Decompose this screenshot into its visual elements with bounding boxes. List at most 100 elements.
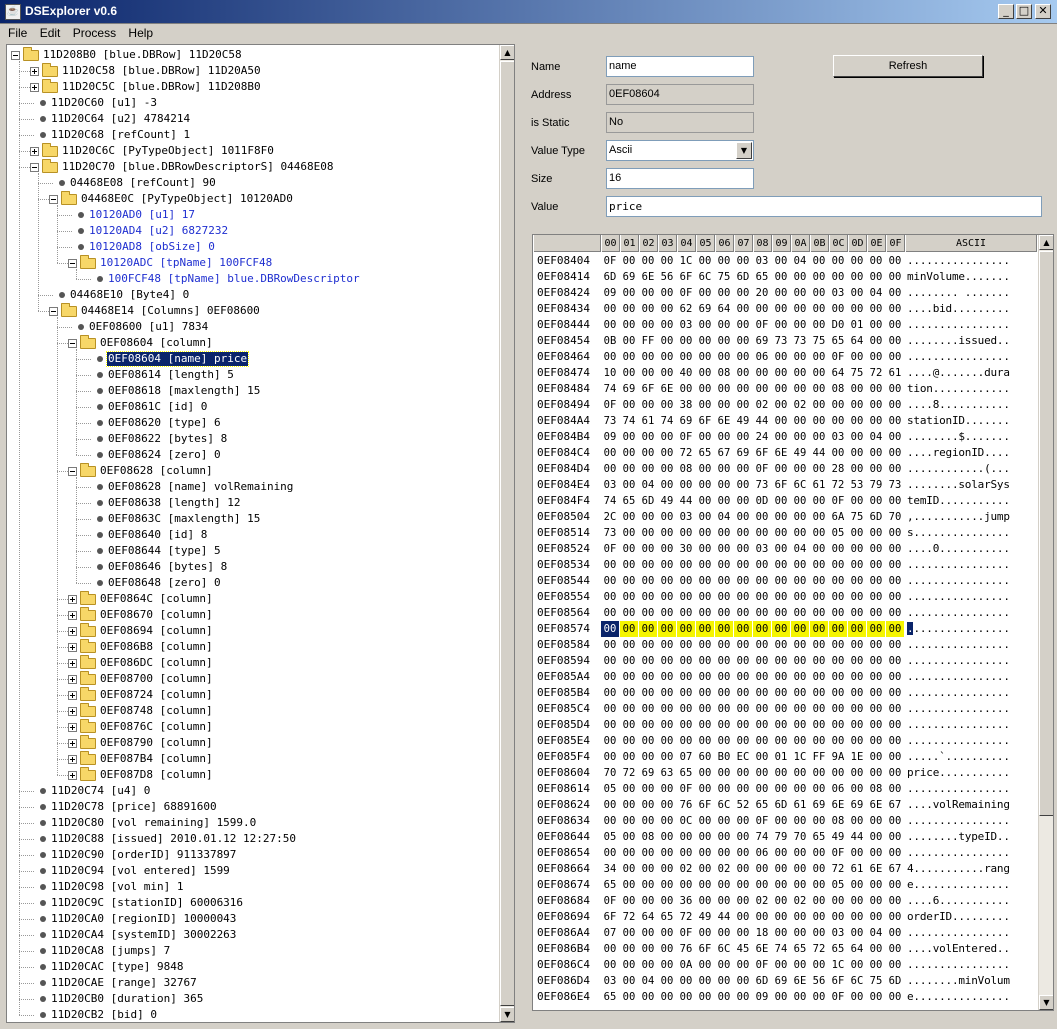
hex-byte[interactable]: 49 xyxy=(829,829,847,845)
tree-scroll-thumb[interactable] xyxy=(500,61,514,1006)
expand-icon[interactable] xyxy=(68,611,77,620)
hex-byte[interactable]: 06 xyxy=(753,845,771,861)
hex-byte[interactable]: 00 xyxy=(810,317,828,333)
tree-node-label[interactable]: 11D20C9C [stationID] 60006316 xyxy=(50,896,244,910)
hex-byte[interactable]: 00 xyxy=(848,621,866,637)
hex-byte[interactable]: 00 xyxy=(715,621,733,637)
hex-byte[interactable]: 00 xyxy=(753,621,771,637)
hex-byte[interactable]: 34 xyxy=(601,861,619,877)
hex-row[interactable]: 0EF08554 00 00 00 00 00 00 00 00 00 00 00 00 00 00 00 00… xyxy=(533,589,1037,605)
expand-icon[interactable] xyxy=(68,659,77,668)
hex-byte[interactable]: 00 xyxy=(772,557,790,573)
tree-node-label[interactable]: 10120AD4 [u2] 6827232 xyxy=(88,224,229,238)
hex-byte[interactable]: 00 xyxy=(715,541,733,557)
hex-byte[interactable]: 00 xyxy=(791,781,809,797)
hex-byte[interactable]: 00 xyxy=(734,333,752,349)
hex-byte[interactable]: 00 xyxy=(848,301,866,317)
ascii-text[interactable]: ................ xyxy=(907,813,1010,829)
hex-byte[interactable]: 00 xyxy=(867,669,885,685)
hex-byte[interactable]: 00 xyxy=(867,637,885,653)
scroll-down-icon[interactable]: ▼ xyxy=(1039,995,1053,1010)
value-type-select[interactable]: Ascii ▼ xyxy=(606,140,754,161)
hex-row[interactable]: 0EF08424 09 00 00 00 0F 00 00 00 20 00 00 00 03 00 04 00… xyxy=(533,285,1037,301)
ascii-text[interactable]: ................ xyxy=(907,589,1010,605)
ascii-text[interactable]: ................ xyxy=(907,717,1010,733)
hex-byte[interactable]: 00 xyxy=(715,701,733,717)
hex-byte[interactable]: 00 xyxy=(734,621,752,637)
tree-node-label[interactable]: 0EF0876C [column] xyxy=(99,720,214,734)
collapse-icon[interactable] xyxy=(49,195,58,204)
expand-icon[interactable] xyxy=(68,723,77,732)
hex-byte[interactable]: 72 xyxy=(677,445,695,461)
hex-byte[interactable]: 00 xyxy=(791,925,809,941)
hex-byte[interactable]: 00 xyxy=(848,765,866,781)
hex-byte[interactable]: 00 xyxy=(772,861,790,877)
hex-byte[interactable]: 00 xyxy=(639,845,657,861)
hex-byte[interactable]: 65 xyxy=(829,333,847,349)
tree-node[interactable]: 0EF08670 [column] xyxy=(7,607,501,623)
hex-byte[interactable]: 00 xyxy=(639,589,657,605)
hex-byte[interactable]: 00 xyxy=(715,381,733,397)
hex-byte[interactable]: 69 xyxy=(753,333,771,349)
hex-byte[interactable]: 02 xyxy=(791,397,809,413)
hex-byte[interactable]: 6D xyxy=(601,269,619,285)
hex-byte[interactable]: 00 xyxy=(810,269,828,285)
hex-byte[interactable]: 74 xyxy=(601,493,619,509)
hex-byte[interactable]: 65 xyxy=(753,269,771,285)
hex-byte[interactable]: 08 xyxy=(639,829,657,845)
hex-byte[interactable]: 00 xyxy=(848,349,866,365)
tree-node-label[interactable]: 11D20C70 [blue.DBRowDescriptorS] 04468E0… xyxy=(61,160,335,174)
hex-byte[interactable]: 69 xyxy=(639,765,657,781)
hex-byte[interactable]: 00 xyxy=(848,717,866,733)
ascii-text[interactable]: ................ xyxy=(907,925,1010,941)
tree-node-label[interactable]: 0EF08600 [u1] 7834 xyxy=(88,320,209,334)
hex-byte[interactable]: 00 xyxy=(620,861,638,877)
hex-byte[interactable]: 9A xyxy=(829,749,847,765)
hex-byte[interactable]: 03 xyxy=(753,541,771,557)
hex-byte[interactable]: 00 xyxy=(620,589,638,605)
hex-byte[interactable]: 65 xyxy=(658,909,676,925)
hex-byte[interactable]: 00 xyxy=(867,893,885,909)
tree-node-label[interactable]: 0EF08628 [column] xyxy=(99,464,214,478)
ascii-text[interactable]: ................ xyxy=(907,605,1010,621)
hex-byte[interactable]: 00 xyxy=(867,909,885,925)
tree-node-label[interactable]: 11D20CAE [range] 32767 xyxy=(50,976,198,990)
ascii-text[interactable]: ....8........... xyxy=(907,397,1010,413)
hex-byte[interactable]: 00 xyxy=(696,621,714,637)
hex-byte[interactable]: 00 xyxy=(810,733,828,749)
tree-node-label[interactable]: 11D20CAC [type] 9848 xyxy=(50,960,184,974)
hex-byte[interactable]: 00 xyxy=(886,461,904,477)
ascii-text[interactable]: ................ xyxy=(907,637,1010,653)
hex-byte[interactable]: 00 xyxy=(791,861,809,877)
hex-byte[interactable]: 00 xyxy=(772,493,790,509)
hex-byte[interactable]: 00 xyxy=(734,397,752,413)
hex-byte[interactable]: 00 xyxy=(867,749,885,765)
hex-byte[interactable]: 00 xyxy=(715,733,733,749)
hex-byte[interactable]: 00 xyxy=(620,573,638,589)
hex-byte[interactable]: 00 xyxy=(791,733,809,749)
hex-byte[interactable]: 00 xyxy=(848,685,866,701)
hex-byte[interactable]: B0 xyxy=(715,749,733,765)
hex-byte[interactable]: 00 xyxy=(639,989,657,1005)
hex-byte[interactable]: 00 xyxy=(639,365,657,381)
hex-byte[interactable]: 00 xyxy=(772,605,790,621)
hex-byte[interactable]: 00 xyxy=(715,637,733,653)
hex-byte[interactable]: 67 xyxy=(886,861,904,877)
tree-leaf[interactable]: 11D20CA8 [jumps] 7 xyxy=(7,943,501,959)
hex-byte[interactable]: 00 xyxy=(620,349,638,365)
hex-byte[interactable]: 00 xyxy=(620,813,638,829)
hex-byte[interactable]: 00 xyxy=(715,349,733,365)
hex-byte[interactable]: 00 xyxy=(772,733,790,749)
hex-byte[interactable]: 00 xyxy=(601,957,619,973)
hex-byte[interactable]: 00 xyxy=(867,333,885,349)
hex-row[interactable]: 0EF08624 00 00 00 00 76 6F 6C 52 65 6D 61 69 6E 69 6E 67… xyxy=(533,797,1037,813)
hex-byte[interactable]: 00 xyxy=(620,781,638,797)
hex-byte[interactable]: 01 xyxy=(772,749,790,765)
hex-byte[interactable]: 49 xyxy=(658,493,676,509)
hex-byte[interactable]: 00 xyxy=(886,621,904,637)
hex-byte[interactable]: 00 xyxy=(829,733,847,749)
tree-node[interactable]: 11D20C70 [blue.DBRowDescriptorS] 04468E0… xyxy=(7,159,501,175)
hex-byte[interactable]: 00 xyxy=(677,653,695,669)
hex-byte[interactable]: 69 xyxy=(620,269,638,285)
hex-byte[interactable]: 00 xyxy=(886,941,904,957)
